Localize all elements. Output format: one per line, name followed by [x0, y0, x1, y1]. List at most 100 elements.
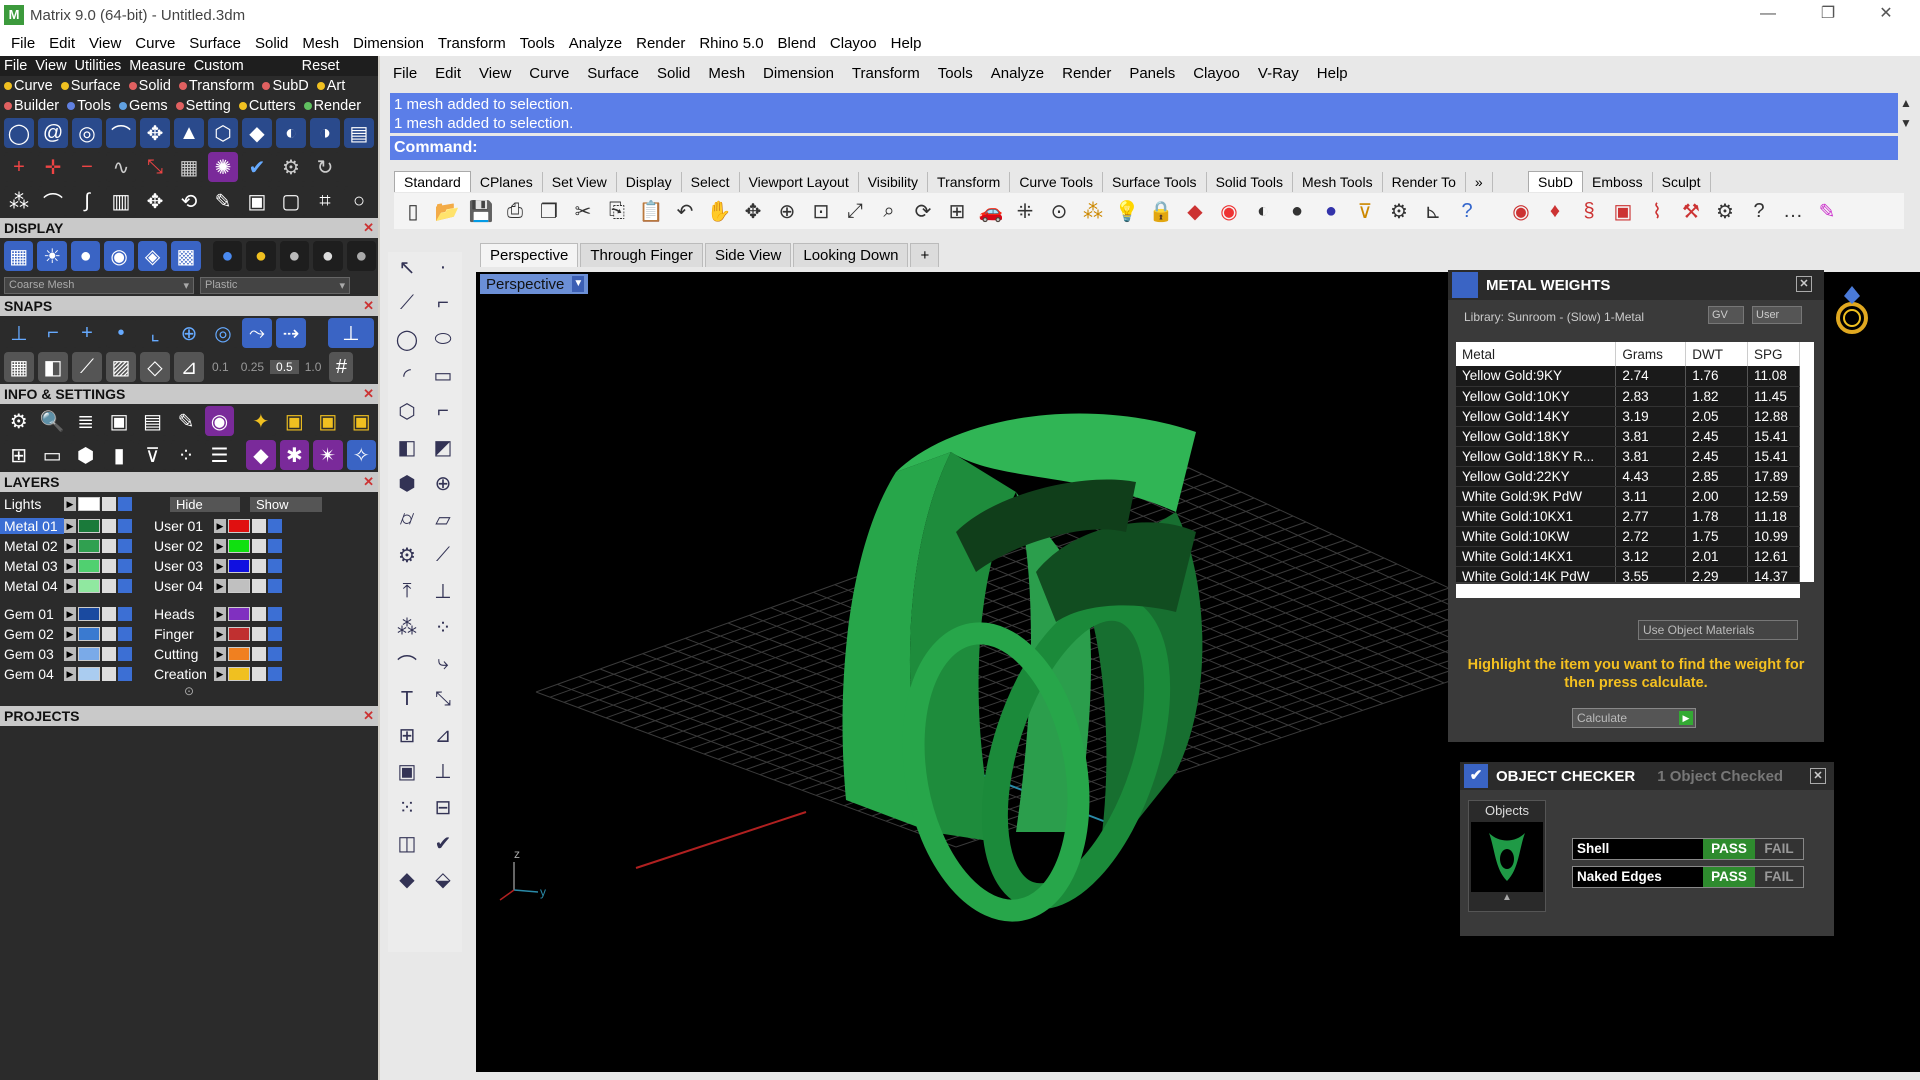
layer-name[interactable]: Gem 01 — [0, 606, 64, 622]
visibility-icon[interactable] — [268, 579, 282, 593]
layer-color-swatch[interactable] — [78, 627, 100, 641]
copy-doc-icon[interactable]: ❐ — [534, 196, 564, 226]
left-menu-utilities[interactable]: Utilities — [71, 58, 126, 74]
gold-sphere-icon[interactable]: ● — [246, 241, 276, 271]
grid-array-icon[interactable]: ⁙ — [392, 792, 422, 822]
tab-side-view[interactable]: Side View — [704, 243, 792, 267]
snap-near-icon[interactable]: ⌐ — [38, 318, 68, 348]
rhino-menu-help[interactable]: Help — [1308, 65, 1357, 82]
snap-smart-icon[interactable]: ⊿ — [174, 352, 204, 382]
zoom-window-icon[interactable]: ⊡ — [806, 196, 836, 226]
shape-icon[interactable]: ◫ — [392, 828, 422, 858]
layer-color-swatch[interactable] — [228, 579, 250, 593]
add-point-cross-icon[interactable]: ✛ — [38, 152, 68, 182]
arrow-right-icon[interactable]: ▶ — [64, 519, 76, 533]
paste-icon[interactable]: 📋 — [636, 196, 666, 226]
circle-tool-icon[interactable]: ◯ — [4, 118, 34, 148]
head-tool-icon[interactable]: ▲ — [174, 118, 204, 148]
gem-tool-icon[interactable]: ◆ — [242, 118, 272, 148]
remove-point-icon[interactable]: − — [72, 152, 102, 182]
snap-ortho-icon[interactable]: ⊥ — [328, 318, 374, 348]
crop-icon[interactable]: ⌗ — [310, 186, 340, 216]
rhino-menu-view[interactable]: View — [470, 65, 520, 82]
snap-value-1[interactable]: 0.1 — [206, 360, 235, 374]
col-metal[interactable]: Metal — [1456, 342, 1617, 366]
close-icon[interactable]: ✕ — [363, 386, 374, 402]
snap-diamond-icon[interactable]: ◇ — [140, 352, 170, 382]
layer-name[interactable]: Metal 02 — [0, 538, 64, 554]
rhino-menu-panels[interactable]: Panels — [1120, 65, 1184, 82]
visibility-icon[interactable] — [268, 607, 282, 621]
sculpt-brush-icon[interactable]: ✎ — [1812, 196, 1842, 226]
wireframe-icon[interactable]: ▦ — [4, 241, 34, 271]
visibility-icon[interactable] — [118, 667, 132, 681]
blue-sphere-icon[interactable]: ● — [1316, 196, 1346, 226]
close-icon[interactable]: ✕ — [1796, 276, 1812, 292]
shell-fail-button[interactable]: FAIL — [1755, 839, 1803, 859]
plugin2-icon[interactable]: ▣ — [313, 406, 343, 436]
main-menu-view[interactable]: View — [82, 35, 128, 52]
tab-transform[interactable]: Transform — [928, 172, 1011, 192]
arc-icon[interactable]: ◜ — [392, 360, 422, 390]
explode-icon[interactable]: ⁘ — [428, 612, 458, 642]
tab-select[interactable]: Select — [682, 172, 740, 192]
main-menu-edit[interactable]: Edit — [42, 35, 82, 52]
move-view-icon[interactable]: ✥ — [738, 196, 768, 226]
group-icon[interactable]: ⁂ — [392, 612, 422, 642]
tab-perspective[interactable]: Perspective — [480, 243, 579, 267]
arrow-right-icon[interactable]: ▶ — [214, 647, 226, 661]
layer-color-swatch[interactable] — [228, 667, 250, 681]
scale-tool-icon[interactable]: ⤡ — [428, 684, 458, 714]
snap-layer-icon[interactable]: ◧ — [38, 352, 68, 382]
layer-color-swatch[interactable] — [228, 607, 250, 621]
tab-looking-down[interactable]: Looking Down — [793, 243, 909, 267]
hide-all-button[interactable]: Hide — [170, 496, 240, 512]
arrow-right-icon[interactable]: ▶ — [64, 667, 76, 681]
trim-icon[interactable]: ⤷ — [428, 648, 458, 678]
material-icon[interactable]: ◉ — [204, 406, 235, 436]
white-sphere-icon[interactable]: ● — [313, 241, 343, 271]
subd-tube-icon[interactable]: ⌇ — [1642, 196, 1672, 226]
lock-icon[interactable] — [102, 627, 116, 641]
tab-set-view[interactable]: Set View — [543, 172, 617, 192]
lock-icon[interactable] — [102, 607, 116, 621]
spiral-tool-icon[interactable]: @ — [38, 118, 68, 148]
cylinder-icon[interactable]: ⌭ — [392, 504, 422, 534]
circle-icon[interactable]: ◯ — [392, 324, 422, 354]
arrow-right-icon[interactable]: ▶ — [64, 607, 76, 621]
lock-icon[interactable] — [102, 497, 116, 511]
arrow-right-icon[interactable]: ▶ — [64, 539, 76, 553]
render-sphere-icon[interactable]: ● — [70, 241, 101, 271]
rotate-view-icon[interactable]: ⟳ — [908, 196, 938, 226]
category-cutters[interactable]: Cutters — [235, 98, 300, 114]
tab-display[interactable]: Display — [617, 172, 682, 192]
tab-standard[interactable]: Standard — [394, 171, 471, 192]
tab-solid-tools[interactable]: Solid Tools — [1207, 172, 1294, 192]
visibility-icon[interactable] — [268, 519, 282, 533]
metal-table-vscroll[interactable] — [1800, 342, 1814, 582]
cut-icon[interactable]: ✂ — [568, 196, 598, 226]
fillet-icon[interactable]: ⌐ — [428, 396, 458, 426]
category-art[interactable]: Art — [313, 78, 350, 94]
rotate-icon[interactable]: ⟲ — [174, 186, 204, 216]
visibility-icon[interactable] — [268, 539, 282, 553]
rectangle-icon[interactable]: ▭ — [428, 360, 458, 390]
circle-outline-icon[interactable]: ○ — [344, 186, 374, 216]
add-viewport-icon[interactable]: + — [910, 243, 940, 267]
plugin-icon[interactable]: ▣ — [279, 406, 310, 436]
scroll-up-icon[interactable]: ▲ — [1900, 96, 1912, 110]
arrow-right-icon[interactable]: ▶ — [214, 559, 226, 573]
category-setting[interactable]: Setting — [172, 98, 235, 114]
layer-name[interactable]: Metal 04 — [0, 578, 64, 594]
snap-mid-icon[interactable]: • — [106, 318, 136, 348]
category-curve[interactable]: Curve — [0, 78, 57, 94]
lock-icon[interactable] — [102, 667, 116, 681]
move-icon[interactable]: ✥ — [140, 186, 170, 216]
calculate-button[interactable]: Calculate ▶ — [1572, 708, 1696, 728]
arrow-right-icon[interactable]: ▶ — [214, 539, 226, 553]
plugin3-icon[interactable]: ▣ — [346, 406, 376, 436]
naked-edges-fail-button[interactable]: FAIL — [1755, 867, 1803, 887]
left-menu-custom[interactable]: Custom — [190, 58, 248, 74]
render-d-icon[interactable]: ✧ — [346, 440, 376, 470]
tab-cplanes[interactable]: CPlanes — [471, 172, 543, 192]
